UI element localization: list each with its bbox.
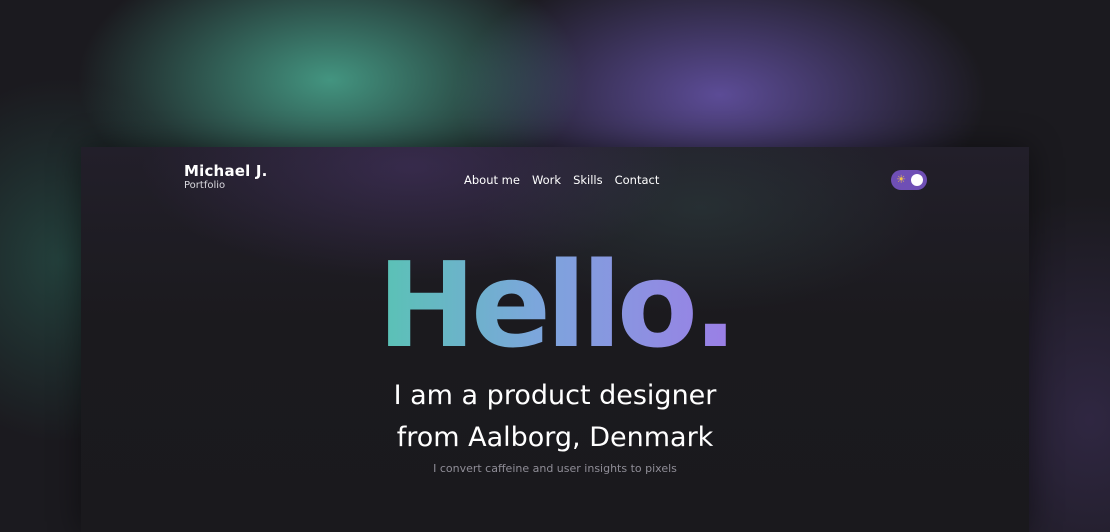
portfolio-page: Michael J. Portfolio About me Work Skill… <box>81 147 1029 532</box>
nav-item-about-me[interactable]: About me <box>464 173 520 187</box>
hero-tagline: I convert caffeine and user insights to … <box>433 462 677 475</box>
sun-icon: ☀ <box>896 173 906 186</box>
brand-name: Michael J. <box>184 162 268 180</box>
hero-subtitle-line-1: I am a product designer <box>393 380 717 411</box>
theme-toggle[interactable]: ☀ <box>891 170 927 190</box>
nav-item-work[interactable]: Work <box>532 173 561 187</box>
main-nav: About me Work Skills Contact <box>464 173 659 187</box>
toggle-knob <box>911 174 923 186</box>
hero-title: Hello. <box>377 236 738 374</box>
hero-title-wrapper: Hello. <box>81 245 1029 365</box>
hero-subtitle-line-2: from Aalborg, Denmark <box>396 422 714 453</box>
nav-item-skills[interactable]: Skills <box>573 173 603 187</box>
brand-logo[interactable]: Michael J. Portfolio <box>184 162 268 192</box>
nav-item-contact[interactable]: Contact <box>615 173 660 187</box>
brand-subtitle: Portfolio <box>184 180 226 191</box>
hero-subtitle: I am a product designer from Aalborg, De… <box>81 375 1029 459</box>
